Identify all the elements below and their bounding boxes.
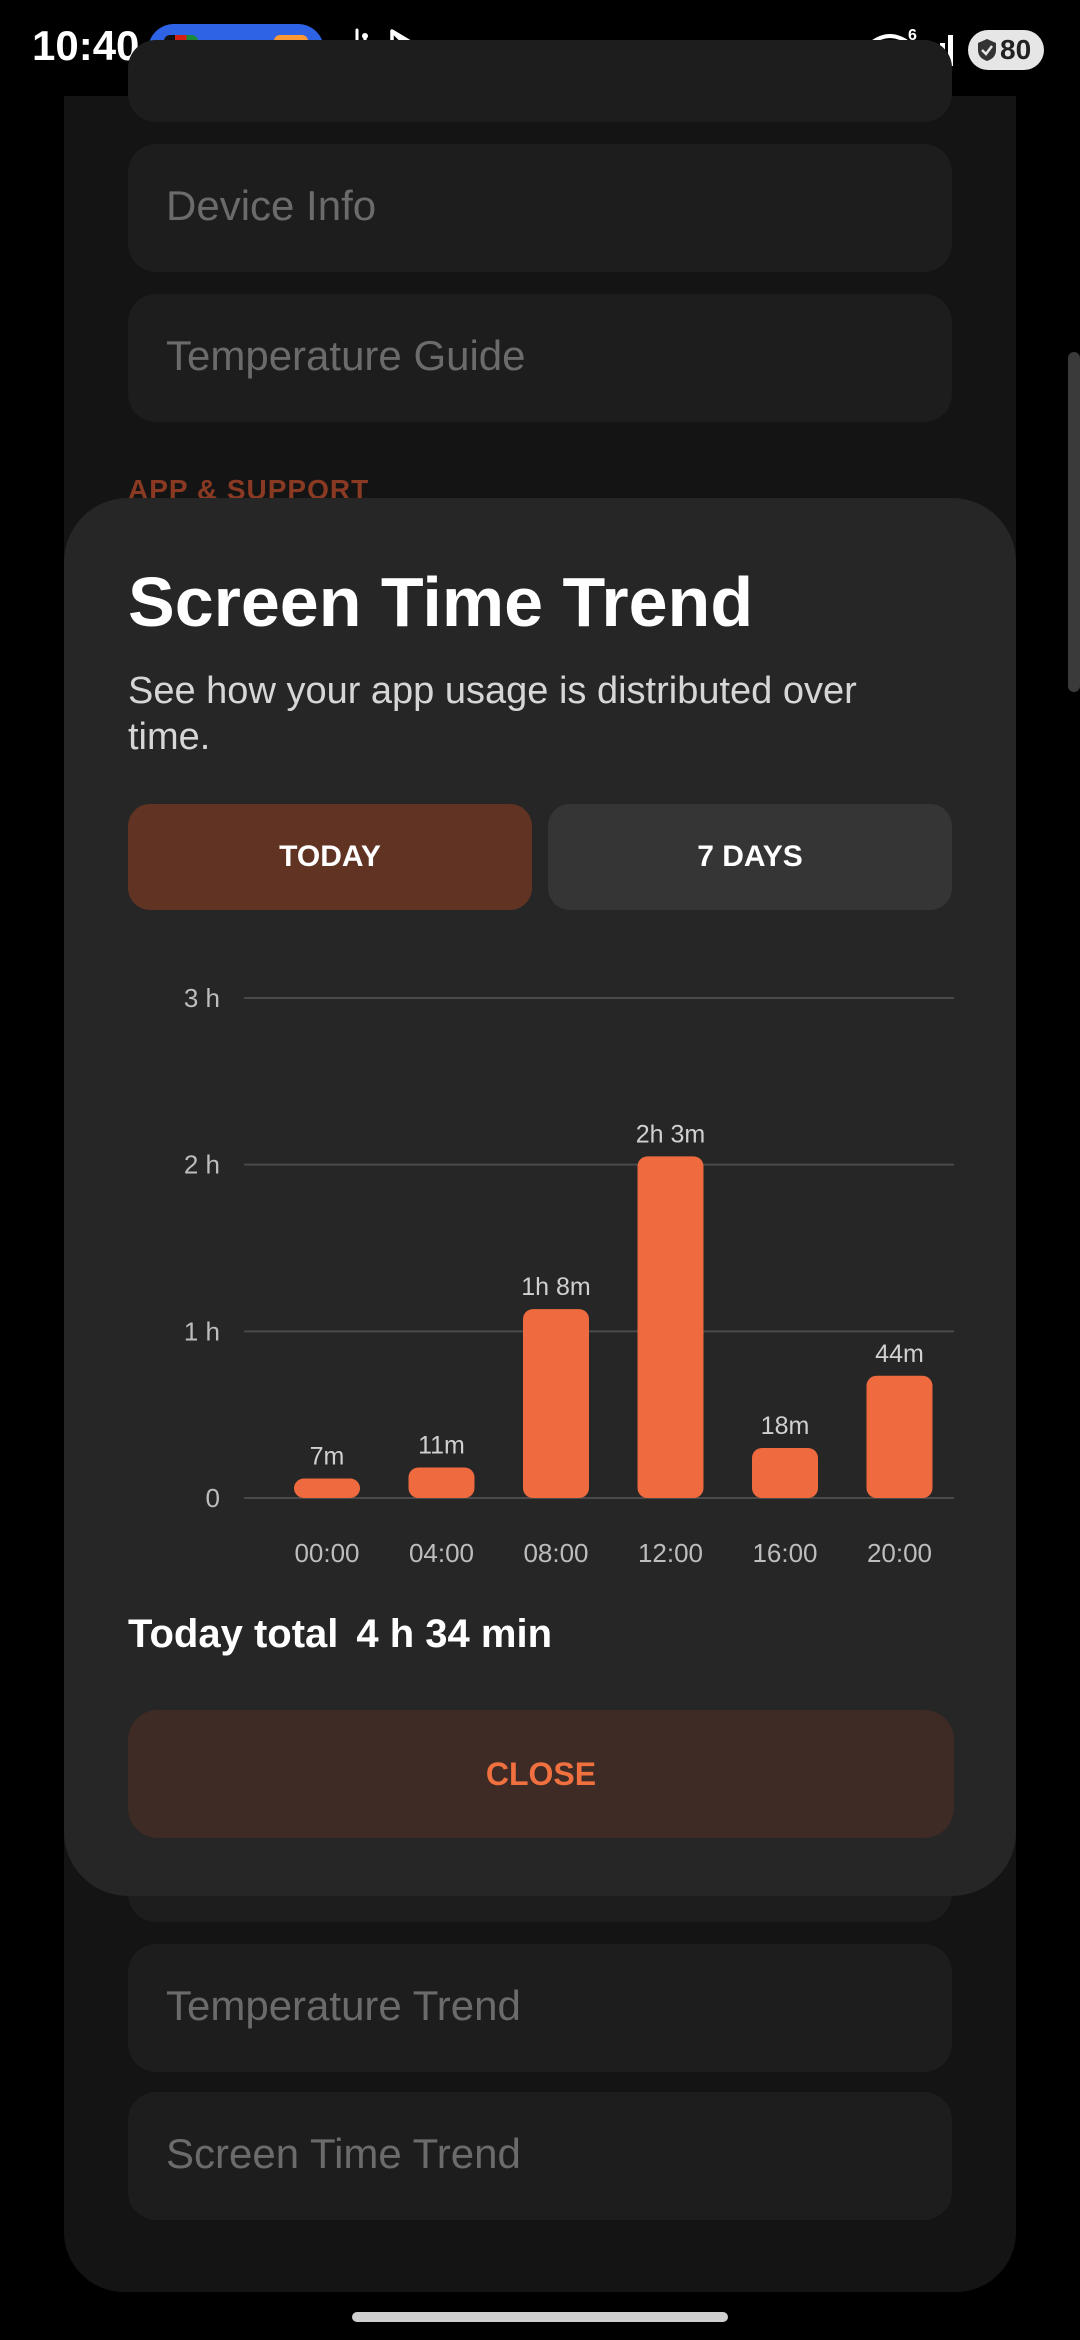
background-item-label: Screen Time Trend <box>166 2130 521 2177</box>
today-total: Today total 4 h 34 min <box>128 1612 552 1657</box>
shield-icon <box>978 39 996 61</box>
background-item-label: Temperature Trend <box>166 1982 521 2029</box>
screen-time-chart: 0 1 h 2 h 3 h 7m 00:00 11m 04:00 1h 8m 08:00 2h 3m… <box>184 983 954 1568</box>
background-item-temperature-guide[interactable]: Temperature Guide <box>128 294 952 422</box>
bar-0400 <box>408 1467 475 1498</box>
background-item-temperature-trend[interactable]: Temperature Trend <box>128 1944 952 2072</box>
battery-indicator: 80 <box>968 30 1044 70</box>
x-tick-label: 20:00 <box>867 1538 932 1568</box>
bar-value-label: 44m <box>875 1340 924 1368</box>
dialog-subtitle: See how your app usage is distributed ov… <box>128 670 857 758</box>
close-button[interactable]: CLOSE <box>128 1710 954 1838</box>
bar-value-label: 11m <box>418 1431 465 1459</box>
background-item-label: Temperature Guide <box>166 332 526 379</box>
battery-level: 80 <box>1000 34 1032 65</box>
today-total-value: 4 h 34 min <box>356 1612 552 1656</box>
y-tick-label: 0 <box>206 1483 220 1513</box>
y-tick-label: 3 h <box>184 983 220 1013</box>
tab-7-days[interactable]: 7 DAYS <box>548 804 952 910</box>
x-tick-label: 16:00 <box>752 1538 817 1568</box>
dialog-title: Screen Time Trend <box>128 563 754 641</box>
screen: 10:40 - 6 <box>0 0 1080 2340</box>
background-item-partial <box>128 40 952 122</box>
bar-value-label: 18m <box>761 1412 810 1440</box>
y-tick-label: 2 h <box>184 1150 220 1180</box>
bar-1200 <box>637 1156 704 1498</box>
background-item-label: Device Info <box>166 182 377 229</box>
background-item-device-info[interactable]: Device Info <box>128 144 952 272</box>
bar-value-label: 7m <box>310 1443 345 1471</box>
screen-time-dialog: Screen Time Trend See how your app usage… <box>64 498 1016 1896</box>
bar-value-label: 2h 3m <box>636 1120 705 1148</box>
home-indicator[interactable] <box>352 2312 728 2322</box>
scrollbar[interactable] <box>1068 352 1080 692</box>
bar-2000 <box>866 1375 933 1498</box>
bar-value-label: 1h 8m <box>521 1273 590 1301</box>
bar-1600 <box>752 1448 818 1498</box>
x-tick-label: 00:00 <box>294 1538 359 1568</box>
y-tick-label: 1 h <box>184 1316 220 1346</box>
status-time: 10:40 <box>32 22 140 69</box>
x-tick-label: 04:00 <box>409 1538 474 1568</box>
tab-today[interactable]: TODAY <box>128 804 532 910</box>
bar-0800 <box>523 1309 589 1498</box>
background-item-screen-time-trend[interactable]: Screen Time Trend <box>128 2092 952 2220</box>
bar-0000 <box>294 1478 360 1498</box>
x-tick-label: 08:00 <box>523 1538 588 1568</box>
x-tick-label: 12:00 <box>638 1538 703 1568</box>
today-total-label: Today total <box>128 1612 339 1656</box>
